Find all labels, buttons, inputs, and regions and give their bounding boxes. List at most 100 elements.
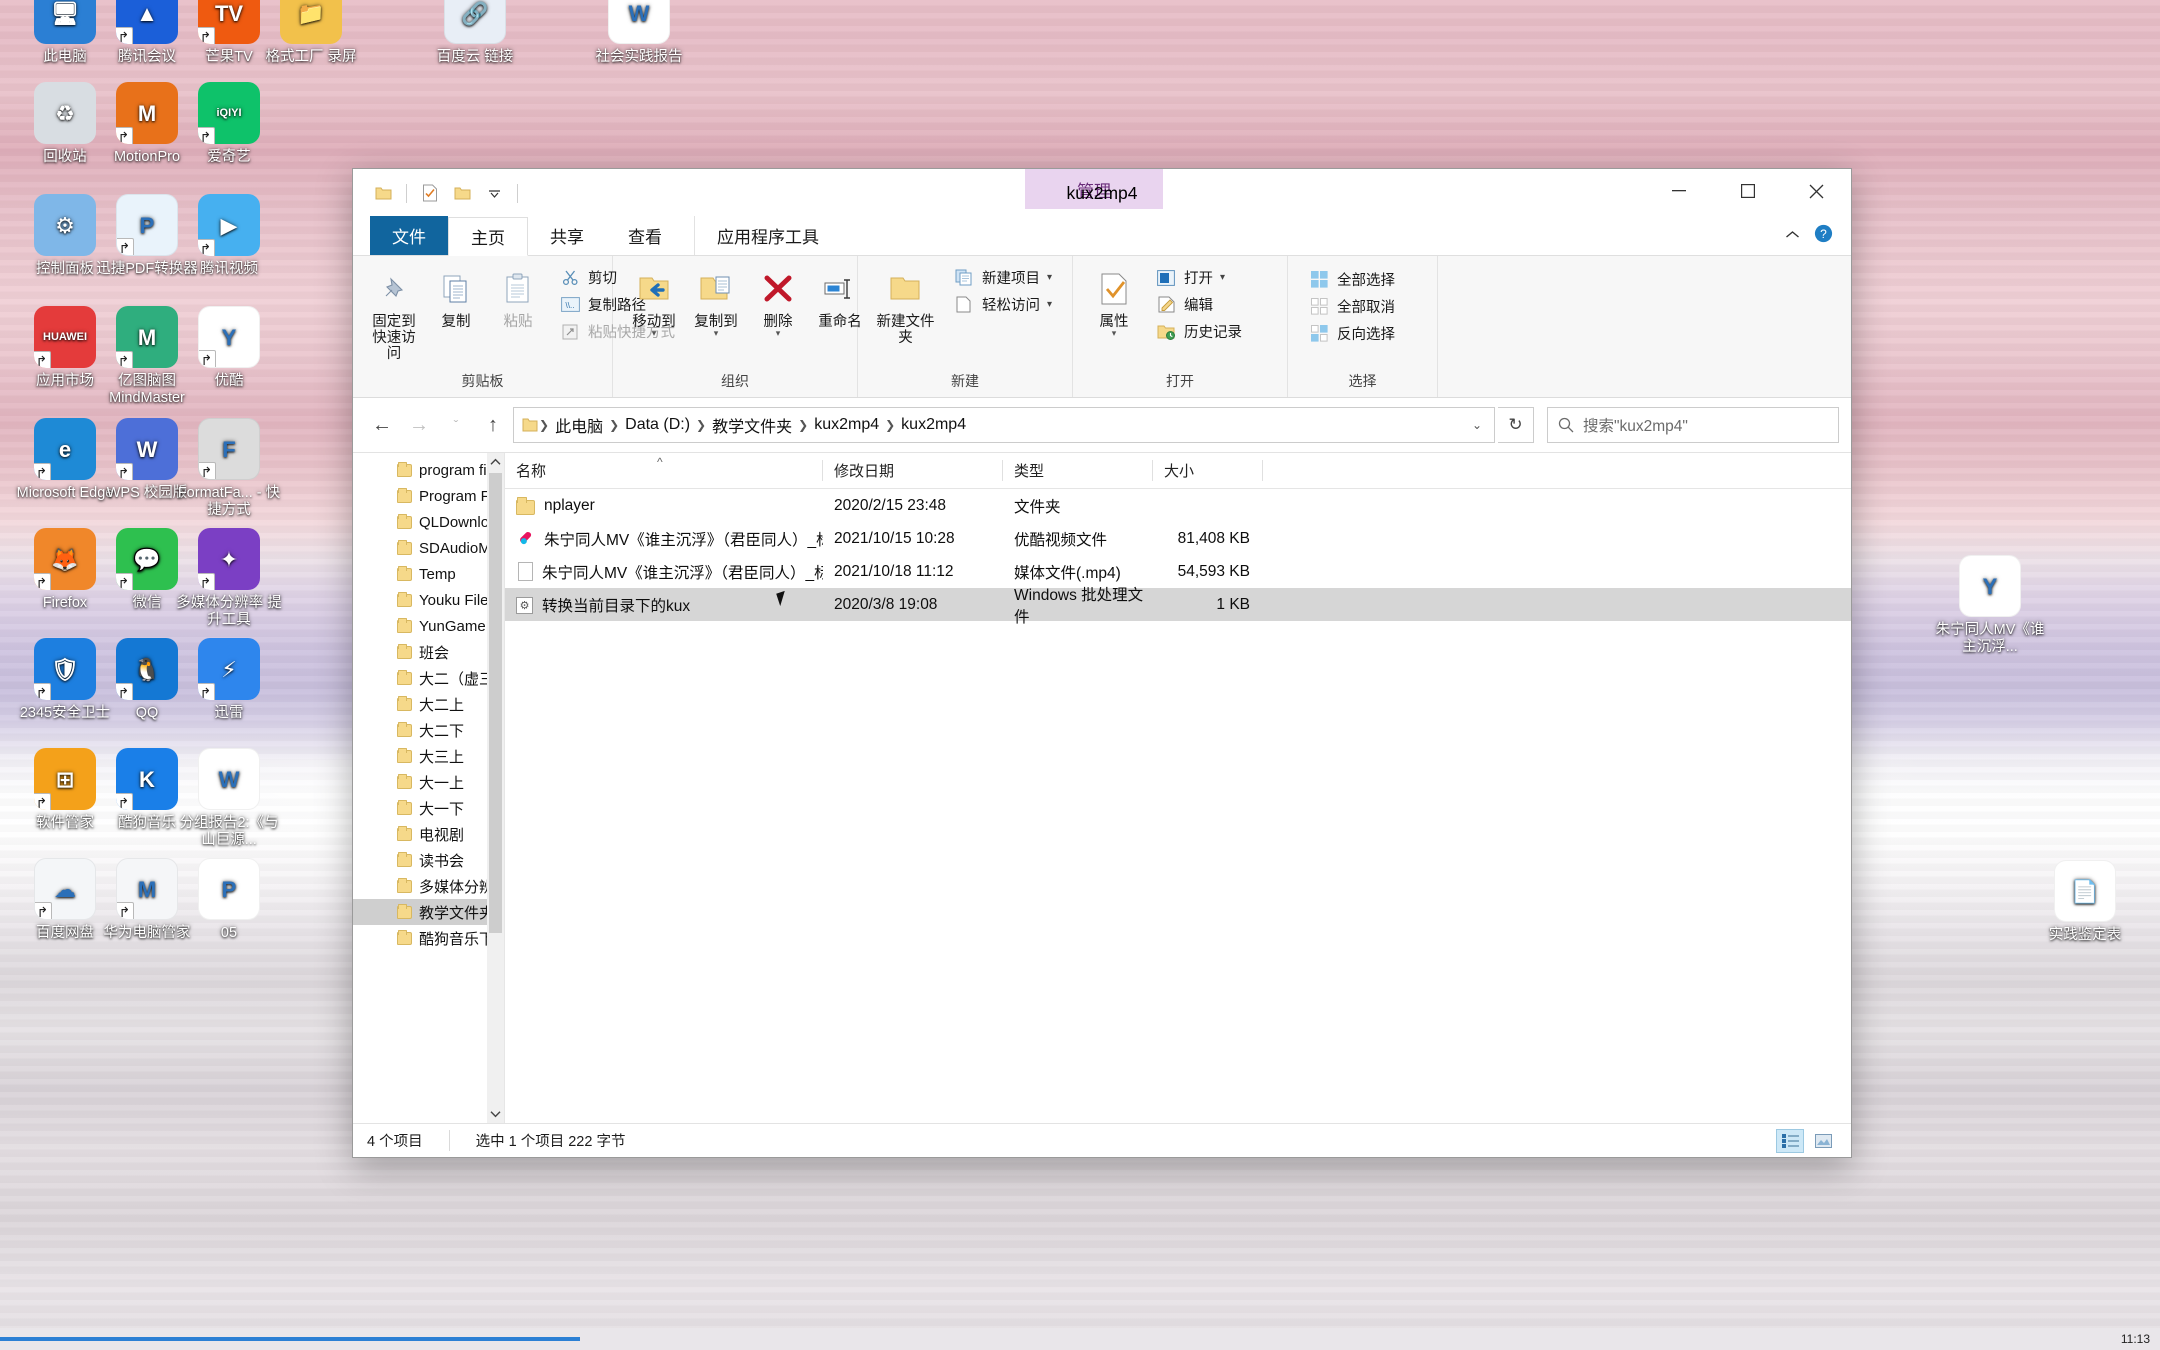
tree-item-8[interactable]: 大二（虚三） bbox=[353, 665, 504, 691]
table-row[interactable]: 朱宁同人MV《谁主沉浮》（君臣同人）_标清 2021/10/15 10:28 优酷视… bbox=[505, 522, 1851, 555]
breadcrumb-item-2[interactable]: 教学文件夹 bbox=[707, 413, 797, 437]
breadcrumb-item-0[interactable]: 此电脑 bbox=[550, 413, 608, 437]
breadcrumb-item-4[interactable]: kux2mp4 bbox=[896, 416, 971, 434]
table-row[interactable]: 朱宁同人MV《谁主沉浮》（君臣同人）_标清 2021/10/18 11:12 媒体文… bbox=[505, 555, 1851, 588]
desktop-icon-8[interactable]: iQIYI ↱ 爱奇艺 bbox=[174, 82, 284, 166]
desktop-icon-14[interactable]: Y ↱ 优酷 bbox=[174, 306, 284, 390]
breadcrumb-chevron-2[interactable]: ❯ bbox=[695, 418, 707, 432]
tree-item-15[interactable]: 读书会 bbox=[353, 847, 504, 873]
breadcrumb-chevron-0[interactable]: ❯ bbox=[538, 418, 550, 432]
tree-item-16[interactable]: 多媒体分辨率 bbox=[353, 873, 504, 899]
delete-button[interactable]: 删除 ▾ bbox=[747, 263, 809, 339]
column-header-size[interactable]: 大小 bbox=[1153, 453, 1263, 488]
tab-file[interactable]: 文件 bbox=[370, 216, 448, 255]
desktop-icon-right-1[interactable]: 📄 实践鉴定表 bbox=[2030, 860, 2140, 944]
forward-button[interactable]: → bbox=[402, 408, 436, 442]
column-header-name[interactable]: 名称 bbox=[505, 453, 823, 488]
breadcrumb-item-1[interactable]: Data (D:) bbox=[620, 416, 695, 434]
taskbar-clock[interactable]: 11:13 bbox=[2121, 1332, 2160, 1346]
breadcrumb-chevron-4[interactable]: ❯ bbox=[884, 418, 896, 432]
properties-button[interactable]: 属性 ▾ bbox=[1083, 263, 1145, 339]
copy-button[interactable]: 复制 bbox=[425, 263, 487, 333]
tree-item-18[interactable]: 酷狗音乐下载 bbox=[353, 925, 504, 951]
refresh-button[interactable]: ↻ bbox=[1498, 407, 1534, 443]
collapse-ribbon-icon[interactable] bbox=[1785, 227, 1800, 245]
table-row[interactable]: ⚙ 转换当前目录下的kux 2020/3/8 19:08 Windows 批处理文件 1… bbox=[505, 587, 1851, 626]
edit-button[interactable]: 编辑 bbox=[1149, 292, 1248, 317]
recent-locations-button[interactable]: ˇ bbox=[439, 408, 473, 442]
chevron-down-icon[interactable]: ▾ bbox=[714, 329, 719, 338]
taskbar[interactable]: 11:13 bbox=[0, 1328, 2160, 1350]
tree-item-13[interactable]: 大一下 bbox=[353, 795, 504, 821]
tree-item-9[interactable]: 大二上 bbox=[353, 691, 504, 717]
breadcrumb-chevron-1[interactable]: ❯ bbox=[608, 418, 620, 432]
tab-view[interactable]: 查看 bbox=[606, 216, 684, 255]
tree-item-0[interactable]: program file bbox=[353, 457, 504, 483]
check-doc-icon[interactable] bbox=[417, 180, 443, 206]
desktop-icon-4[interactable]: 🔗 百度云 链接 bbox=[420, 0, 530, 66]
tree-item-3[interactable]: SDAudioMo bbox=[353, 535, 504, 561]
tab-app-tools[interactable]: 应用程序工具 bbox=[694, 216, 841, 255]
chevron-down-icon[interactable] bbox=[481, 180, 507, 206]
tree-item-12[interactable]: 大一上 bbox=[353, 769, 504, 795]
select-none-button[interactable]: 全部取消 bbox=[1302, 294, 1401, 319]
details-view-icon[interactable] bbox=[1776, 1128, 1804, 1153]
chevron-down-icon[interactable]: ▾ bbox=[1112, 329, 1117, 338]
copy-to-button[interactable]: 复制到 ▾ bbox=[685, 263, 747, 339]
tree-item-2[interactable]: QLDownload bbox=[353, 509, 504, 535]
large-icons-view-icon[interactable] bbox=[1809, 1129, 1837, 1153]
tab-home[interactable]: 主页 bbox=[448, 217, 528, 256]
search-box[interactable]: 搜索"kux2mp4" bbox=[1547, 407, 1839, 443]
tree-item-5[interactable]: Youku Files bbox=[353, 587, 504, 613]
chevron-down-icon[interactable]: ▾ bbox=[652, 329, 657, 338]
desktop-icon-26[interactable]: W 分组报告2:《与山巨源... bbox=[174, 748, 284, 849]
move-to-button[interactable]: 移动到 ▾ bbox=[623, 263, 685, 339]
table-row[interactable]: nplayer 2020/2/15 23:48 文件夹 bbox=[505, 489, 1851, 522]
new-folder-icon[interactable] bbox=[449, 180, 475, 206]
tree-item-10[interactable]: 大二下 bbox=[353, 717, 504, 743]
breadcrumb-item-3[interactable]: kux2mp4 bbox=[809, 416, 884, 434]
close-button[interactable] bbox=[1782, 169, 1851, 213]
desktop-icon-29[interactable]: P 05 bbox=[174, 858, 284, 942]
open-button[interactable]: 打开 ▾ bbox=[1149, 265, 1248, 290]
desktop-icon-20[interactable]: ✦ ↱ 多媒体分辨率 提升工具 bbox=[174, 528, 284, 629]
chevron-down-icon[interactable]: ▾ bbox=[1047, 299, 1052, 310]
minimize-button[interactable] bbox=[1644, 169, 1713, 213]
easy-access-button[interactable]: 轻松访问 ▾ bbox=[947, 292, 1058, 317]
tree-item-1[interactable]: Program File bbox=[353, 483, 504, 509]
up-button[interactable]: ↑ bbox=[476, 408, 510, 442]
paste-button[interactable]: 粘贴 bbox=[487, 263, 549, 333]
breadcrumb-chevron-3[interactable]: ❯ bbox=[797, 418, 809, 432]
desktop-icon-11[interactable]: ▶ ↱ 腾讯视频 bbox=[174, 194, 284, 278]
desktop-icon-3[interactable]: 📁 格式工厂 录屏 bbox=[256, 0, 366, 66]
new-folder-button[interactable]: 新建文件夹 bbox=[868, 263, 943, 349]
nav-pane-scrollbar[interactable] bbox=[487, 453, 504, 1123]
tree-item-6[interactable]: YunGameDo bbox=[353, 613, 504, 639]
chevron-down-icon[interactable]: ▾ bbox=[1047, 272, 1052, 283]
chevron-down-icon[interactable]: ▾ bbox=[1220, 272, 1225, 283]
invert-selection-button[interactable]: 反向选择 bbox=[1302, 321, 1401, 346]
chevron-down-icon[interactable]: ▾ bbox=[776, 329, 781, 338]
tree-item-11[interactable]: 大三上 bbox=[353, 743, 504, 769]
tree-item-14[interactable]: 电视剧 bbox=[353, 821, 504, 847]
back-button[interactable]: ← bbox=[365, 408, 399, 442]
tab-share[interactable]: 共享 bbox=[528, 216, 606, 255]
nav-scroll-thumb[interactable] bbox=[489, 473, 502, 933]
desktop-icon-5[interactable]: W 社会实践报告 bbox=[584, 0, 694, 66]
column-header-date[interactable]: 修改日期 bbox=[823, 453, 1003, 488]
folder-icon[interactable] bbox=[370, 180, 396, 206]
new-item-button[interactable]: 新建项目 ▾ bbox=[947, 265, 1058, 290]
history-button[interactable]: 历史记录 bbox=[1149, 319, 1248, 344]
help-icon[interactable]: ? bbox=[1814, 224, 1833, 248]
desktop-icon-17[interactable]: F ↱ FormatFa... - 快捷方式 bbox=[174, 418, 284, 519]
pin-to-quick-access-button[interactable]: 固定到快速访问 bbox=[363, 263, 425, 365]
search-input[interactable]: 搜索"kux2mp4" bbox=[1583, 414, 1688, 436]
maximize-button[interactable] bbox=[1713, 169, 1782, 213]
select-all-button[interactable]: 全部选择 bbox=[1302, 267, 1401, 292]
desktop-icon-23[interactable]: ⚡ ↱ 迅雷 bbox=[174, 638, 284, 722]
breadcrumb-dropdown-icon[interactable]: ⌄ bbox=[1464, 418, 1490, 432]
column-header-type[interactable]: 类型 bbox=[1003, 453, 1153, 488]
breadcrumb[interactable]: ❯ 此电脑 ❯ Data (D:) ❯ 教学文件夹 ❯ kux2mp4 ❯ ku… bbox=[513, 407, 1495, 443]
scroll-down-icon[interactable] bbox=[487, 1105, 504, 1123]
tree-item-17[interactable]: 教学文件夹 bbox=[353, 899, 504, 925]
